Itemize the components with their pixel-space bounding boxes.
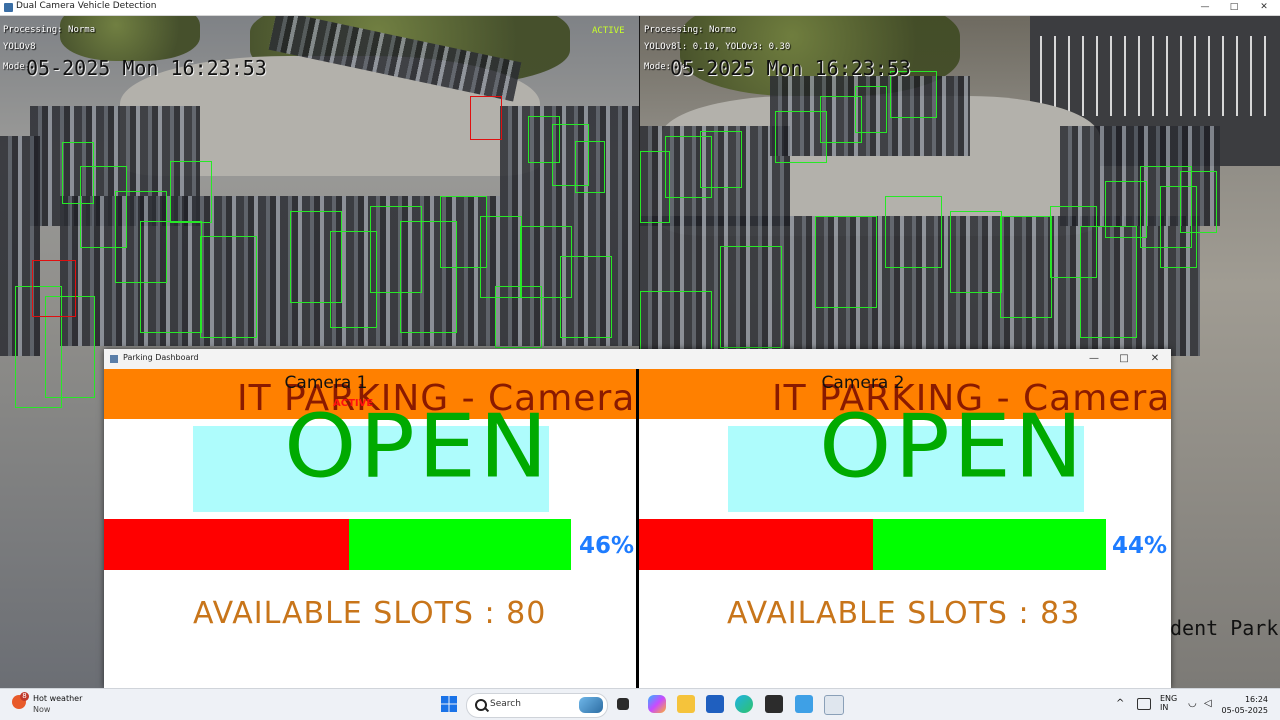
store-icon[interactable]: [706, 695, 724, 713]
detection-box: [950, 211, 1002, 293]
occupancy-bar: [639, 519, 1106, 570]
search-highlight-icon: [579, 697, 603, 713]
taskbar-search[interactable]: Search: [466, 693, 608, 718]
detection-box: [720, 246, 782, 348]
timestamp-text: 05-2025 Mon 16:23:53: [26, 56, 267, 80]
network-icon[interactable]: [1137, 698, 1151, 710]
detection-box: [1180, 171, 1217, 233]
main-title-bar: Dual Camera Vehicle Detection — □ ✕: [0, 0, 1280, 16]
detection-box: [1000, 216, 1052, 318]
search-icon: [475, 699, 487, 711]
weather-subtitle: Now: [33, 705, 51, 714]
dashboard-minimize-button[interactable]: —: [1079, 349, 1109, 369]
task-view-icon[interactable]: [617, 698, 629, 710]
occupancy-percent: 46%: [579, 533, 635, 559]
region-code: IN: [1160, 703, 1169, 712]
wifi-icon[interactable]: ◡: [1188, 698, 1197, 709]
copilot-icon[interactable]: [648, 695, 666, 713]
clock[interactable]: 16:24 05-05-2025: [1208, 694, 1269, 716]
camera-label: Camera 1: [284, 373, 368, 393]
clock-date: 05-05-2025: [1221, 706, 1269, 715]
detection-box: [640, 291, 712, 353]
parking-dashboard-window: Parking Dashboard — □ ✕ IT PARKING - Cam…: [104, 349, 1171, 688]
app-window-icon: [4, 3, 13, 12]
tray-chevron-icon[interactable]: ^: [1116, 698, 1124, 709]
dashboard-maximize-button[interactable]: □: [1109, 349, 1139, 369]
occupancy-bar: [104, 519, 571, 570]
model-text: YOLOv8: [3, 42, 36, 52]
detection-box: [575, 141, 605, 193]
dashboard-close-button[interactable]: ✕: [1140, 349, 1170, 369]
close-button[interactable]: ✕: [1249, 0, 1279, 15]
weather-title: Hot weather: [33, 694, 83, 703]
occupied-fill: [104, 519, 350, 570]
camera-1-panel: IT PARKING - Camera 1 Camera 1 ACTIVE OP…: [104, 369, 636, 688]
detection-box: [495, 286, 542, 348]
dashboard-title: Parking Dashboard: [123, 353, 199, 362]
detection-box: [200, 236, 257, 338]
violation-box: [32, 260, 76, 317]
notepad-icon[interactable]: [795, 695, 813, 713]
detection-box: [855, 86, 887, 133]
taskbar: 8 Hot weather Now Search ^ ENG IN ◡ ◁ 16…: [0, 688, 1280, 720]
active-indicator: ACTIVE: [592, 26, 625, 36]
processing-text: Processing: Norma: [3, 25, 96, 35]
terminal-icon[interactable]: [765, 695, 783, 713]
dashboard-title-bar: Parking Dashboard — □ ✕: [104, 349, 1171, 370]
dashboard-app-icon: [110, 355, 118, 363]
detection-box: [140, 221, 202, 333]
running-app-icon[interactable]: [824, 695, 844, 715]
parking-status: OPEN: [819, 395, 1086, 498]
language-indicator[interactable]: ENG IN: [1160, 694, 1177, 712]
model-text: YOLOv8l: 0.10, YOLOv3: 0.30: [644, 42, 791, 52]
maximize-button[interactable]: □: [1219, 0, 1249, 15]
language-code: ENG: [1160, 694, 1178, 703]
camera-label: Camera 2: [821, 373, 905, 393]
timestamp-text: 05-2025 Mon 16:23:53: [670, 56, 911, 80]
camera-2-panel: IT PARKING - Camera 2 Camera 2 OPEN 44% …: [639, 369, 1171, 688]
detection-box: [815, 216, 877, 308]
detection-box: [700, 131, 742, 188]
violation-box: [470, 96, 502, 140]
edge-icon[interactable]: [735, 695, 753, 713]
detection-box: [1080, 226, 1137, 338]
start-icon[interactable]: [440, 695, 458, 713]
weather-badge: 8: [20, 692, 29, 701]
detection-box: [170, 161, 212, 223]
occupied-fill: [639, 519, 873, 570]
available-slots: AVAILABLE SLOTS : 83: [727, 596, 1081, 631]
available-slots: AVAILABLE SLOTS : 80: [193, 596, 547, 631]
clock-time: 16:24: [1244, 695, 1268, 704]
railing: [1040, 36, 1270, 116]
main-window-title: Dual Camera Vehicle Detection: [16, 1, 157, 11]
detection-box: [560, 256, 612, 338]
processing-text: Processing: Normo: [644, 25, 737, 35]
search-placeholder: Search: [490, 699, 521, 709]
occupancy-percent: 44%: [1112, 533, 1168, 559]
file-explorer-icon[interactable]: [677, 695, 695, 713]
parking-zone-label: dent Parking-1: [1170, 616, 1280, 640]
detection-box: [885, 196, 942, 268]
minimize-button[interactable]: —: [1190, 0, 1220, 15]
tree-foliage: [60, 16, 200, 61]
parking-status: OPEN: [284, 395, 551, 498]
